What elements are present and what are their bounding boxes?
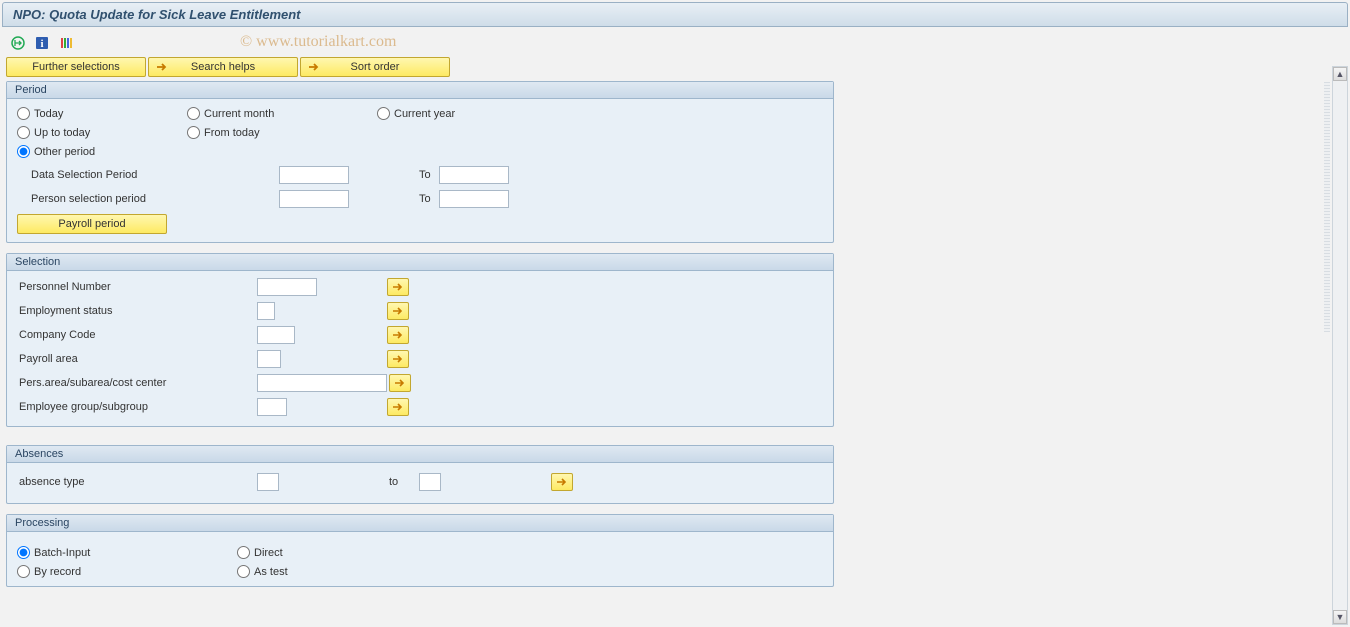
variant-icon[interactable] xyxy=(58,35,74,51)
watermark: © www.tutorialkart.com xyxy=(240,33,396,51)
selection-group-title: Selection xyxy=(7,254,833,271)
label-pers-area: Pers.area/subarea/cost center xyxy=(17,377,237,389)
scroll-down-icon[interactable]: ▼ xyxy=(1333,610,1347,624)
selection-group: Selection Personnel Number Employment st… xyxy=(6,253,834,427)
label-to-1: To xyxy=(409,169,439,181)
label-data-selection: Data Selection Period xyxy=(17,169,237,181)
radio-as-test[interactable] xyxy=(237,565,250,578)
label-person-selection: Person selection period xyxy=(17,193,237,205)
window-title: NPO: Quota Update for Sick Leave Entitle… xyxy=(2,2,1348,27)
multi-select-emp-group[interactable] xyxy=(387,398,409,416)
label-absence-type: absence type xyxy=(17,476,237,488)
processing-group-title: Processing xyxy=(7,515,833,532)
input-absence-from[interactable] xyxy=(257,473,279,491)
input-person-selection-to[interactable] xyxy=(439,190,509,208)
label-direct: Direct xyxy=(254,547,283,559)
label-current-month: Current month xyxy=(204,108,274,120)
multi-select-personnel[interactable] xyxy=(387,278,409,296)
label-up-to-today: Up to today xyxy=(34,127,90,139)
label-by-record: By record xyxy=(34,566,81,578)
period-group-title: Period xyxy=(7,82,833,99)
toolbar: i © www.tutorialkart.com xyxy=(0,29,1350,57)
label-from-today: From today xyxy=(204,127,260,139)
info-icon[interactable]: i xyxy=(34,35,50,51)
input-personnel-number[interactable] xyxy=(257,278,317,296)
radio-batch-input[interactable] xyxy=(17,546,30,559)
scroll-up-icon[interactable]: ▲ xyxy=(1333,67,1347,81)
radio-other-period[interactable] xyxy=(17,145,30,158)
label-to-2: To xyxy=(409,193,439,205)
multi-select-absence[interactable] xyxy=(551,473,573,491)
input-absence-to[interactable] xyxy=(419,473,441,491)
multi-select-payroll[interactable] xyxy=(387,350,409,368)
input-pers-area[interactable] xyxy=(257,374,387,392)
input-payroll-area[interactable] xyxy=(257,350,281,368)
label-today: Today xyxy=(34,108,63,120)
button-row: Further selections Search helps Sort ord… xyxy=(6,57,1344,77)
period-group: Period Today Current month Current year … xyxy=(6,81,834,243)
vertical-scrollbar[interactable]: ▲ ▼ xyxy=(1332,66,1348,625)
label-current-year: Current year xyxy=(394,108,455,120)
label-as-test: As test xyxy=(254,566,288,578)
svg-text:i: i xyxy=(40,38,43,50)
multi-select-employment[interactable] xyxy=(387,302,409,320)
radio-direct[interactable] xyxy=(237,546,250,559)
arrow-right-icon xyxy=(155,61,167,73)
search-helps-label: Search helps xyxy=(191,61,255,73)
radio-current-year[interactable] xyxy=(377,107,390,120)
content-area: Further selections Search helps Sort ord… xyxy=(0,57,1350,622)
radio-today[interactable] xyxy=(17,107,30,120)
decorative-texture xyxy=(1324,82,1330,332)
label-employment-status: Employment status xyxy=(17,305,237,317)
radio-from-today[interactable] xyxy=(187,126,200,139)
processing-group: Processing Batch-Input Direct By record … xyxy=(6,514,834,587)
multi-select-company[interactable] xyxy=(387,326,409,344)
input-data-selection-from[interactable] xyxy=(279,166,349,184)
radio-current-month[interactable] xyxy=(187,107,200,120)
multi-select-pers-area[interactable] xyxy=(389,374,411,392)
sort-order-button[interactable]: Sort order xyxy=(300,57,450,77)
input-person-selection-from[interactable] xyxy=(279,190,349,208)
search-helps-button[interactable]: Search helps xyxy=(148,57,298,77)
input-data-selection-to[interactable] xyxy=(439,166,509,184)
payroll-period-button[interactable]: Payroll period xyxy=(17,214,167,234)
execute-icon[interactable] xyxy=(10,35,26,51)
further-selections-button[interactable]: Further selections xyxy=(6,57,146,77)
sort-order-label: Sort order xyxy=(351,61,400,73)
input-employment-status[interactable] xyxy=(257,302,275,320)
absences-group: Absences absence type to xyxy=(6,445,834,504)
label-batch-input: Batch-Input xyxy=(34,547,90,559)
radio-up-to-today[interactable] xyxy=(17,126,30,139)
arrow-right-icon xyxy=(307,61,319,73)
label-absence-to: to xyxy=(389,476,419,488)
input-company-code[interactable] xyxy=(257,326,295,344)
radio-by-record[interactable] xyxy=(17,565,30,578)
label-personnel-number: Personnel Number xyxy=(17,281,237,293)
absences-group-title: Absences xyxy=(7,446,833,463)
label-payroll-area: Payroll area xyxy=(17,353,237,365)
label-company-code: Company Code xyxy=(17,329,237,341)
input-employee-group[interactable] xyxy=(257,398,287,416)
label-employee-group: Employee group/subgroup xyxy=(17,401,237,413)
label-other-period: Other period xyxy=(34,146,95,158)
